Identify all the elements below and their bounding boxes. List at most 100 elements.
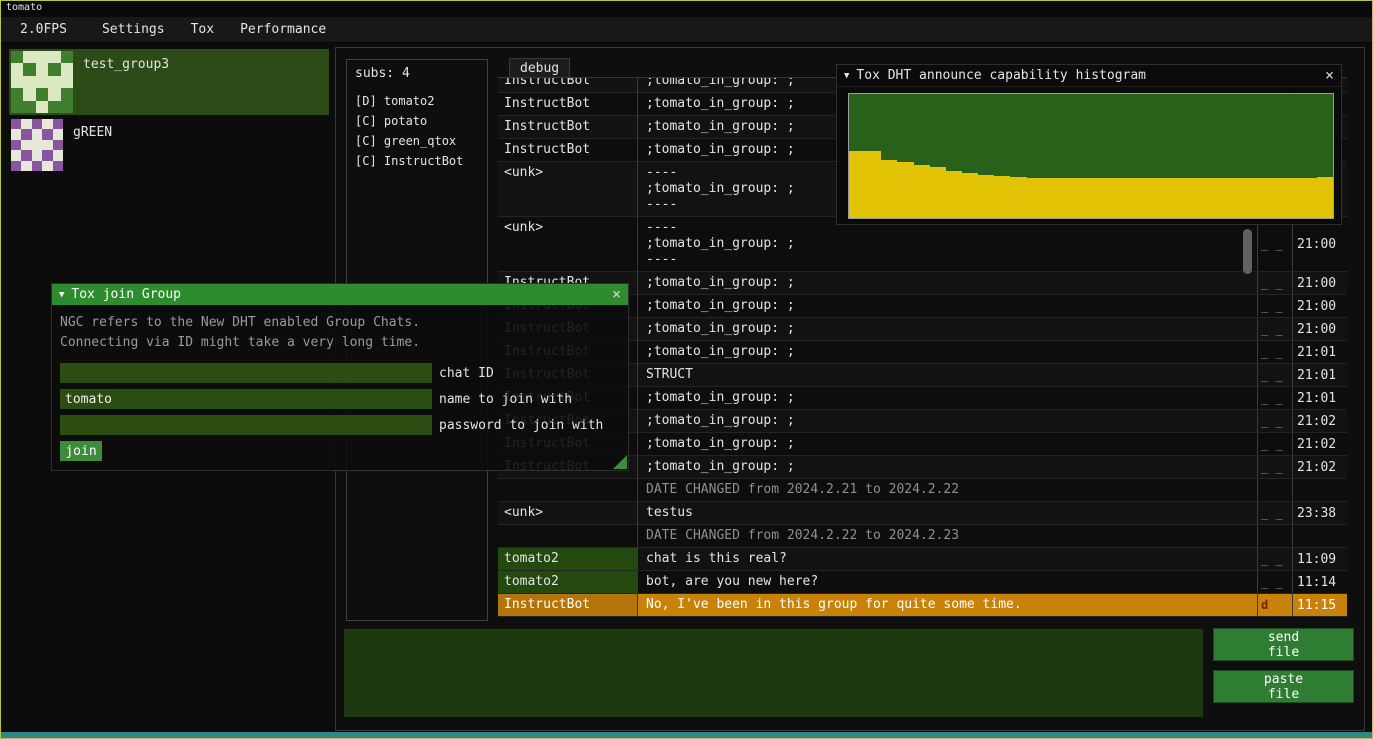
histogram-bar	[897, 162, 913, 218]
message-time: 21:00	[1293, 318, 1347, 340]
join-window-body: NGC refers to the New DHT enabled Group …	[52, 305, 628, 469]
message-row[interactable]: tomato2bot, are you new here?_ _11:14	[498, 571, 1347, 594]
menu-item-tox[interactable]: Tox	[178, 22, 227, 37]
histogram-bar	[1027, 178, 1043, 218]
message-status: _ _	[1258, 502, 1293, 524]
chat-id-input[interactable]	[60, 363, 432, 383]
date-separator-row[interactable]: DATE CHANGED from 2024.2.21 to 2024.2.22	[498, 479, 1347, 502]
histogram-bar	[978, 175, 994, 218]
menu-item-settings[interactable]: Settings	[89, 22, 178, 37]
message-row[interactable]: <unk>---- ;tomato_in_group: ; ----_ _21:…	[498, 217, 1347, 272]
message-time: 21:02	[1293, 456, 1347, 478]
window-titlebar: tomato	[1, 1, 1372, 17]
histogram-bar	[1269, 178, 1285, 218]
histogram-bar	[930, 167, 946, 218]
message-text: ;tomato_in_group: ;	[638, 272, 1258, 294]
collapse-arrow-icon[interactable]: ▼	[844, 71, 849, 81]
message-time: 21:01	[1293, 364, 1347, 386]
histogram-bar	[1317, 177, 1333, 218]
message-sender: tomato2	[498, 548, 638, 570]
message-status: d	[1258, 594, 1293, 616]
close-icon[interactable]: ×	[1325, 68, 1334, 83]
message-sender: InstructBot	[498, 77, 638, 92]
join-password-label: password to join with	[439, 418, 603, 433]
collapse-arrow-icon[interactable]: ▼	[59, 290, 64, 300]
join-button[interactable]: join	[60, 441, 102, 461]
message-status: _ _	[1258, 387, 1293, 409]
message-status: _ _	[1258, 548, 1293, 570]
histogram-bar	[1204, 178, 1220, 218]
message-time	[1293, 525, 1347, 547]
tab-label: debug	[520, 61, 559, 76]
histogram-bar	[1236, 178, 1252, 218]
message-status: _ _	[1258, 410, 1293, 432]
app-window: tomato 2.0FPSSettingsToxPerformance test…	[0, 0, 1373, 739]
window-title: tomato	[6, 2, 42, 13]
message-row[interactable]: <unk>testus_ _23:38	[498, 502, 1347, 525]
message-status: _ _	[1258, 318, 1293, 340]
join-window-title: Tox join Group	[71, 287, 181, 302]
message-sender	[498, 525, 638, 547]
message-row[interactable]: tomato2chat is this real?_ _11:09	[498, 548, 1347, 571]
group-item-green[interactable]: gREEN	[9, 117, 329, 173]
message-time: 21:00	[1293, 217, 1347, 271]
join-password-input[interactable]	[60, 415, 432, 435]
sub-item[interactable]: [C] potato	[355, 111, 479, 131]
message-time: 11:09	[1293, 548, 1347, 570]
chat-scrollbar-thumb[interactable]	[1243, 229, 1252, 274]
date-changed-text: DATE CHANGED from 2024.2.21 to 2024.2.22	[638, 479, 1258, 501]
menu-bar: 2.0FPSSettingsToxPerformance	[1, 17, 1372, 43]
message-time: 23:38	[1293, 502, 1347, 524]
join-name-input[interactable]	[60, 389, 432, 409]
resize-grip-icon[interactable]	[613, 455, 627, 469]
subs-header: subs: 4	[355, 66, 479, 81]
subs-list: [D] tomato2[C] potato[C] green_qtox[C] I…	[355, 91, 479, 171]
close-icon[interactable]: ×	[612, 287, 621, 302]
message-status: _ _	[1258, 341, 1293, 363]
date-separator-row[interactable]: DATE CHANGED from 2024.2.22 to 2024.2.23	[498, 525, 1347, 548]
chat-id-label: chat ID	[439, 366, 494, 381]
sub-item[interactable]: [C] green_qtox	[355, 131, 479, 151]
histogram-bar	[881, 160, 897, 218]
message-text: chat is this real?	[638, 548, 1258, 570]
window-bottom-edge	[1, 732, 1372, 738]
message-status: _ _	[1258, 217, 1293, 271]
histogram-window-titlebar[interactable]: ▼ Tox DHT announce capability histogram …	[837, 65, 1341, 87]
message-time: 21:02	[1293, 410, 1347, 432]
paste-file-button[interactable]: paste file	[1213, 670, 1354, 703]
message-time: 21:01	[1293, 387, 1347, 409]
message-status	[1258, 525, 1293, 547]
sub-item[interactable]: [C] InstructBot	[355, 151, 479, 171]
message-sender: <unk>	[498, 502, 638, 524]
fps-counter: 2.0FPS	[7, 22, 89, 37]
histogram-bar	[865, 151, 881, 218]
message-status: _ _	[1258, 456, 1293, 478]
message-time: 11:14	[1293, 571, 1347, 593]
message-text: ;tomato_in_group: ;	[638, 410, 1258, 432]
date-changed-text: DATE CHANGED from 2024.2.22 to 2024.2.23	[638, 525, 1258, 547]
histogram-bar	[1156, 178, 1172, 218]
histogram-bar	[849, 151, 865, 218]
histogram-bar	[1188, 178, 1204, 218]
sub-item[interactable]: [D] tomato2	[355, 91, 479, 111]
send-file-button[interactable]: send file	[1213, 628, 1354, 661]
message-time: 21:00	[1293, 295, 1347, 317]
group-name: test_group3	[83, 57, 169, 115]
histogram-bar	[1301, 178, 1317, 218]
histogram-bar	[1091, 178, 1107, 218]
menu-item-performance[interactable]: Performance	[227, 22, 339, 37]
message-time: 21:00	[1293, 272, 1347, 294]
histogram-bar	[994, 176, 1010, 218]
group-item-test_group3[interactable]: test_group3	[9, 49, 329, 115]
message-time: 21:02	[1293, 433, 1347, 455]
tab-debug[interactable]: debug	[509, 58, 570, 78]
histogram-bar	[1285, 178, 1301, 218]
message-sender: InstructBot	[498, 116, 638, 138]
message-sender: InstructBot	[498, 139, 638, 161]
message-status: _ _	[1258, 571, 1293, 593]
message-input[interactable]	[343, 628, 1204, 718]
histogram-bar	[1140, 178, 1156, 218]
message-row[interactable]: InstructBotNo, I've been in this group f…	[498, 594, 1347, 617]
histogram-window-title: Tox DHT announce capability histogram	[856, 68, 1146, 83]
join-window-titlebar[interactable]: ▼ Tox join Group ×	[52, 284, 628, 305]
